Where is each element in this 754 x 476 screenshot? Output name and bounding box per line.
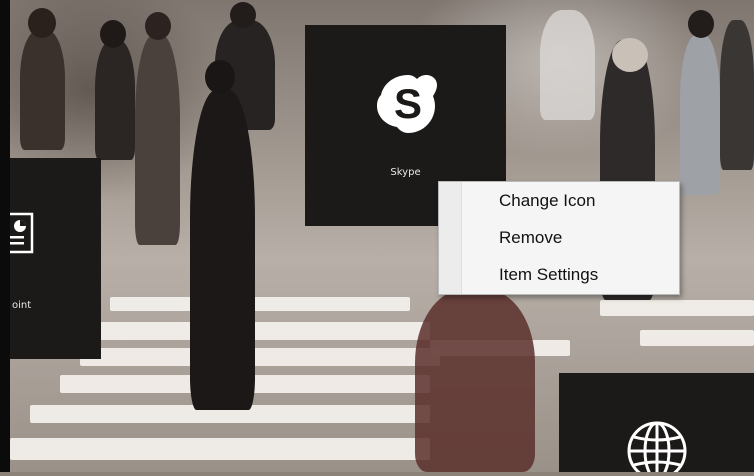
globe-icon: [625, 419, 689, 476]
screen-left-edge: [0, 0, 10, 472]
pedestrian: [190, 90, 255, 410]
menu-item-item-settings[interactable]: Item Settings: [499, 258, 598, 292]
powerpoint-tile-label: oint: [12, 300, 32, 311]
tile-context-menu: Change Icon Remove Item Settings: [438, 181, 680, 295]
pedestrian: [135, 35, 180, 245]
pedestrian-head: [100, 20, 126, 48]
powerpoint-tile[interactable]: oint: [2, 158, 101, 359]
skype-tile-label: Skype: [390, 167, 421, 178]
pedestrian-head: [145, 12, 171, 40]
crosswalk-stripe: [640, 330, 754, 346]
pedestrian-head: [205, 60, 235, 94]
pedestrian: [415, 290, 535, 472]
pedestrian-head: [612, 38, 648, 72]
crosswalk-stripe: [100, 322, 430, 340]
pedestrian: [720, 20, 754, 170]
skype-icon: S: [375, 71, 441, 137]
pedestrian: [95, 40, 135, 160]
pedestrian: [680, 35, 720, 195]
pedestrian: [540, 10, 595, 120]
presentation-icon: [2, 212, 36, 258]
crosswalk-stripe: [80, 348, 440, 366]
pedestrian-head: [230, 2, 256, 28]
svg-text:S: S: [394, 80, 422, 127]
crosswalk-stripe: [110, 297, 410, 311]
menu-item-remove[interactable]: Remove: [499, 221, 562, 255]
menu-item-change-icon[interactable]: Change Icon: [499, 184, 595, 218]
crosswalk-stripe: [10, 438, 430, 460]
menu-icon-gutter: [439, 182, 462, 294]
pedestrian: [20, 30, 65, 150]
pedestrian-head: [688, 10, 714, 38]
crosswalk-stripe: [600, 300, 754, 316]
pedestrian-head: [28, 8, 56, 38]
browser-tile[interactable]: [559, 373, 754, 476]
